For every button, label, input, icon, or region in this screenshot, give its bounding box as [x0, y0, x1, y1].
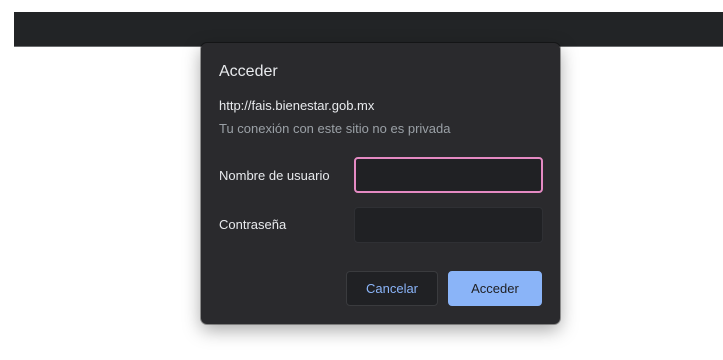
password-label: Contraseña — [219, 217, 287, 232]
privacy-warning: Tu conexión con este sitio no es privada — [219, 121, 451, 136]
username-input[interactable] — [354, 157, 543, 193]
auth-dialog: Acceder http://fais.bienestar.gob.mx Tu … — [201, 43, 560, 324]
password-input[interactable] — [354, 207, 543, 243]
username-label: Nombre de usuario — [219, 168, 330, 183]
site-url: http://fais.bienestar.gob.mx — [219, 98, 375, 113]
browser-toolbar — [14, 12, 723, 47]
cancel-button[interactable]: Cancelar — [346, 271, 438, 306]
dialog-title: Acceder — [219, 63, 278, 80]
sign-in-button[interactable]: Acceder — [448, 271, 542, 306]
